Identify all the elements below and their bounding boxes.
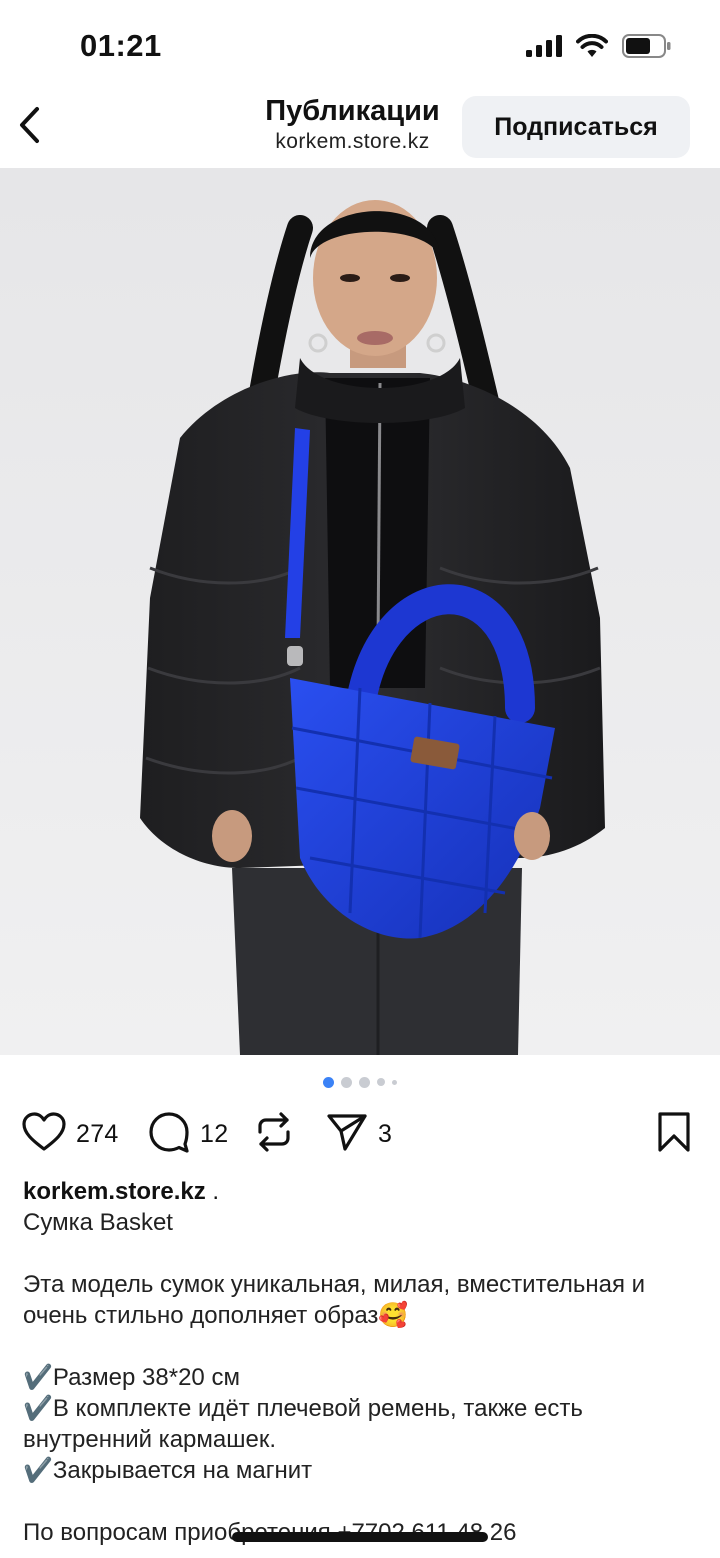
caption-feature: ✔️Размер 38*20 см — [23, 1364, 240, 1391]
post-screen: 01:21 Публикации korkem.store.kz Подписа… — [0, 0, 720, 1558]
caption-username-line: korkem.store.kz . — [23, 1176, 703, 1207]
heart-icon[interactable] — [22, 1111, 66, 1157]
caption-title: Сумка Basket — [23, 1209, 173, 1236]
carousel-dot — [392, 1079, 397, 1085]
share-action[interactable]: 3 — [326, 1108, 392, 1160]
carousel-dot — [359, 1076, 370, 1088]
battery-icon — [622, 34, 672, 63]
home-indicator[interactable] — [232, 1532, 488, 1542]
comment-count[interactable]: 12 — [200, 1120, 228, 1149]
caption-username-suffix: . — [205, 1178, 220, 1205]
repost-action[interactable] — [254, 1108, 294, 1160]
cellular-signal-icon — [526, 35, 562, 62]
carousel-indicator — [0, 1076, 720, 1088]
status-time: 01:21 — [80, 28, 162, 63]
status-icons — [526, 33, 672, 63]
like-action[interactable]: 274 — [22, 1108, 119, 1160]
header-titles: Публикации korkem.store.kz — [230, 94, 475, 156]
comment-action[interactable]: 12 — [148, 1108, 228, 1160]
back-button[interactable] — [10, 102, 50, 152]
post-caption: korkem.store.kz . Сумка Basket Эта модел… — [23, 1176, 703, 1548]
carousel-dot — [377, 1078, 385, 1086]
caption-description: Эта модель сумок уникальная, милая, вмес… — [23, 1271, 646, 1329]
account-name[interactable]: korkem.store.kz — [230, 128, 475, 156]
post-photo[interactable] — [0, 168, 720, 1055]
share-count[interactable]: 3 — [378, 1120, 392, 1149]
action-bar: 274 12 3 — [0, 1108, 720, 1160]
page-title: Публикации — [265, 95, 440, 127]
caption-feature: ✔️Закрывается на магнит — [23, 1457, 313, 1484]
follow-button[interactable]: Подписаться — [462, 96, 690, 158]
caption-feature: ✔️В комплекте идёт плечевой ремень, такж… — [23, 1395, 583, 1453]
header: Публикации korkem.store.kz Подписаться — [0, 90, 720, 168]
carousel-dot — [323, 1076, 334, 1088]
carousel-dot — [341, 1076, 352, 1088]
like-count[interactable]: 274 — [76, 1120, 119, 1149]
chevron-left-icon — [17, 105, 43, 150]
save-action[interactable] — [656, 1108, 692, 1160]
send-icon[interactable] — [326, 1112, 368, 1157]
caption-username[interactable]: korkem.store.kz — [23, 1178, 206, 1205]
wifi-icon — [576, 33, 608, 63]
status-bar: 01:21 — [0, 0, 720, 90]
repost-icon[interactable] — [254, 1110, 294, 1159]
bookmark-icon[interactable] — [656, 1111, 692, 1158]
comment-bubble-icon[interactable] — [148, 1111, 190, 1158]
